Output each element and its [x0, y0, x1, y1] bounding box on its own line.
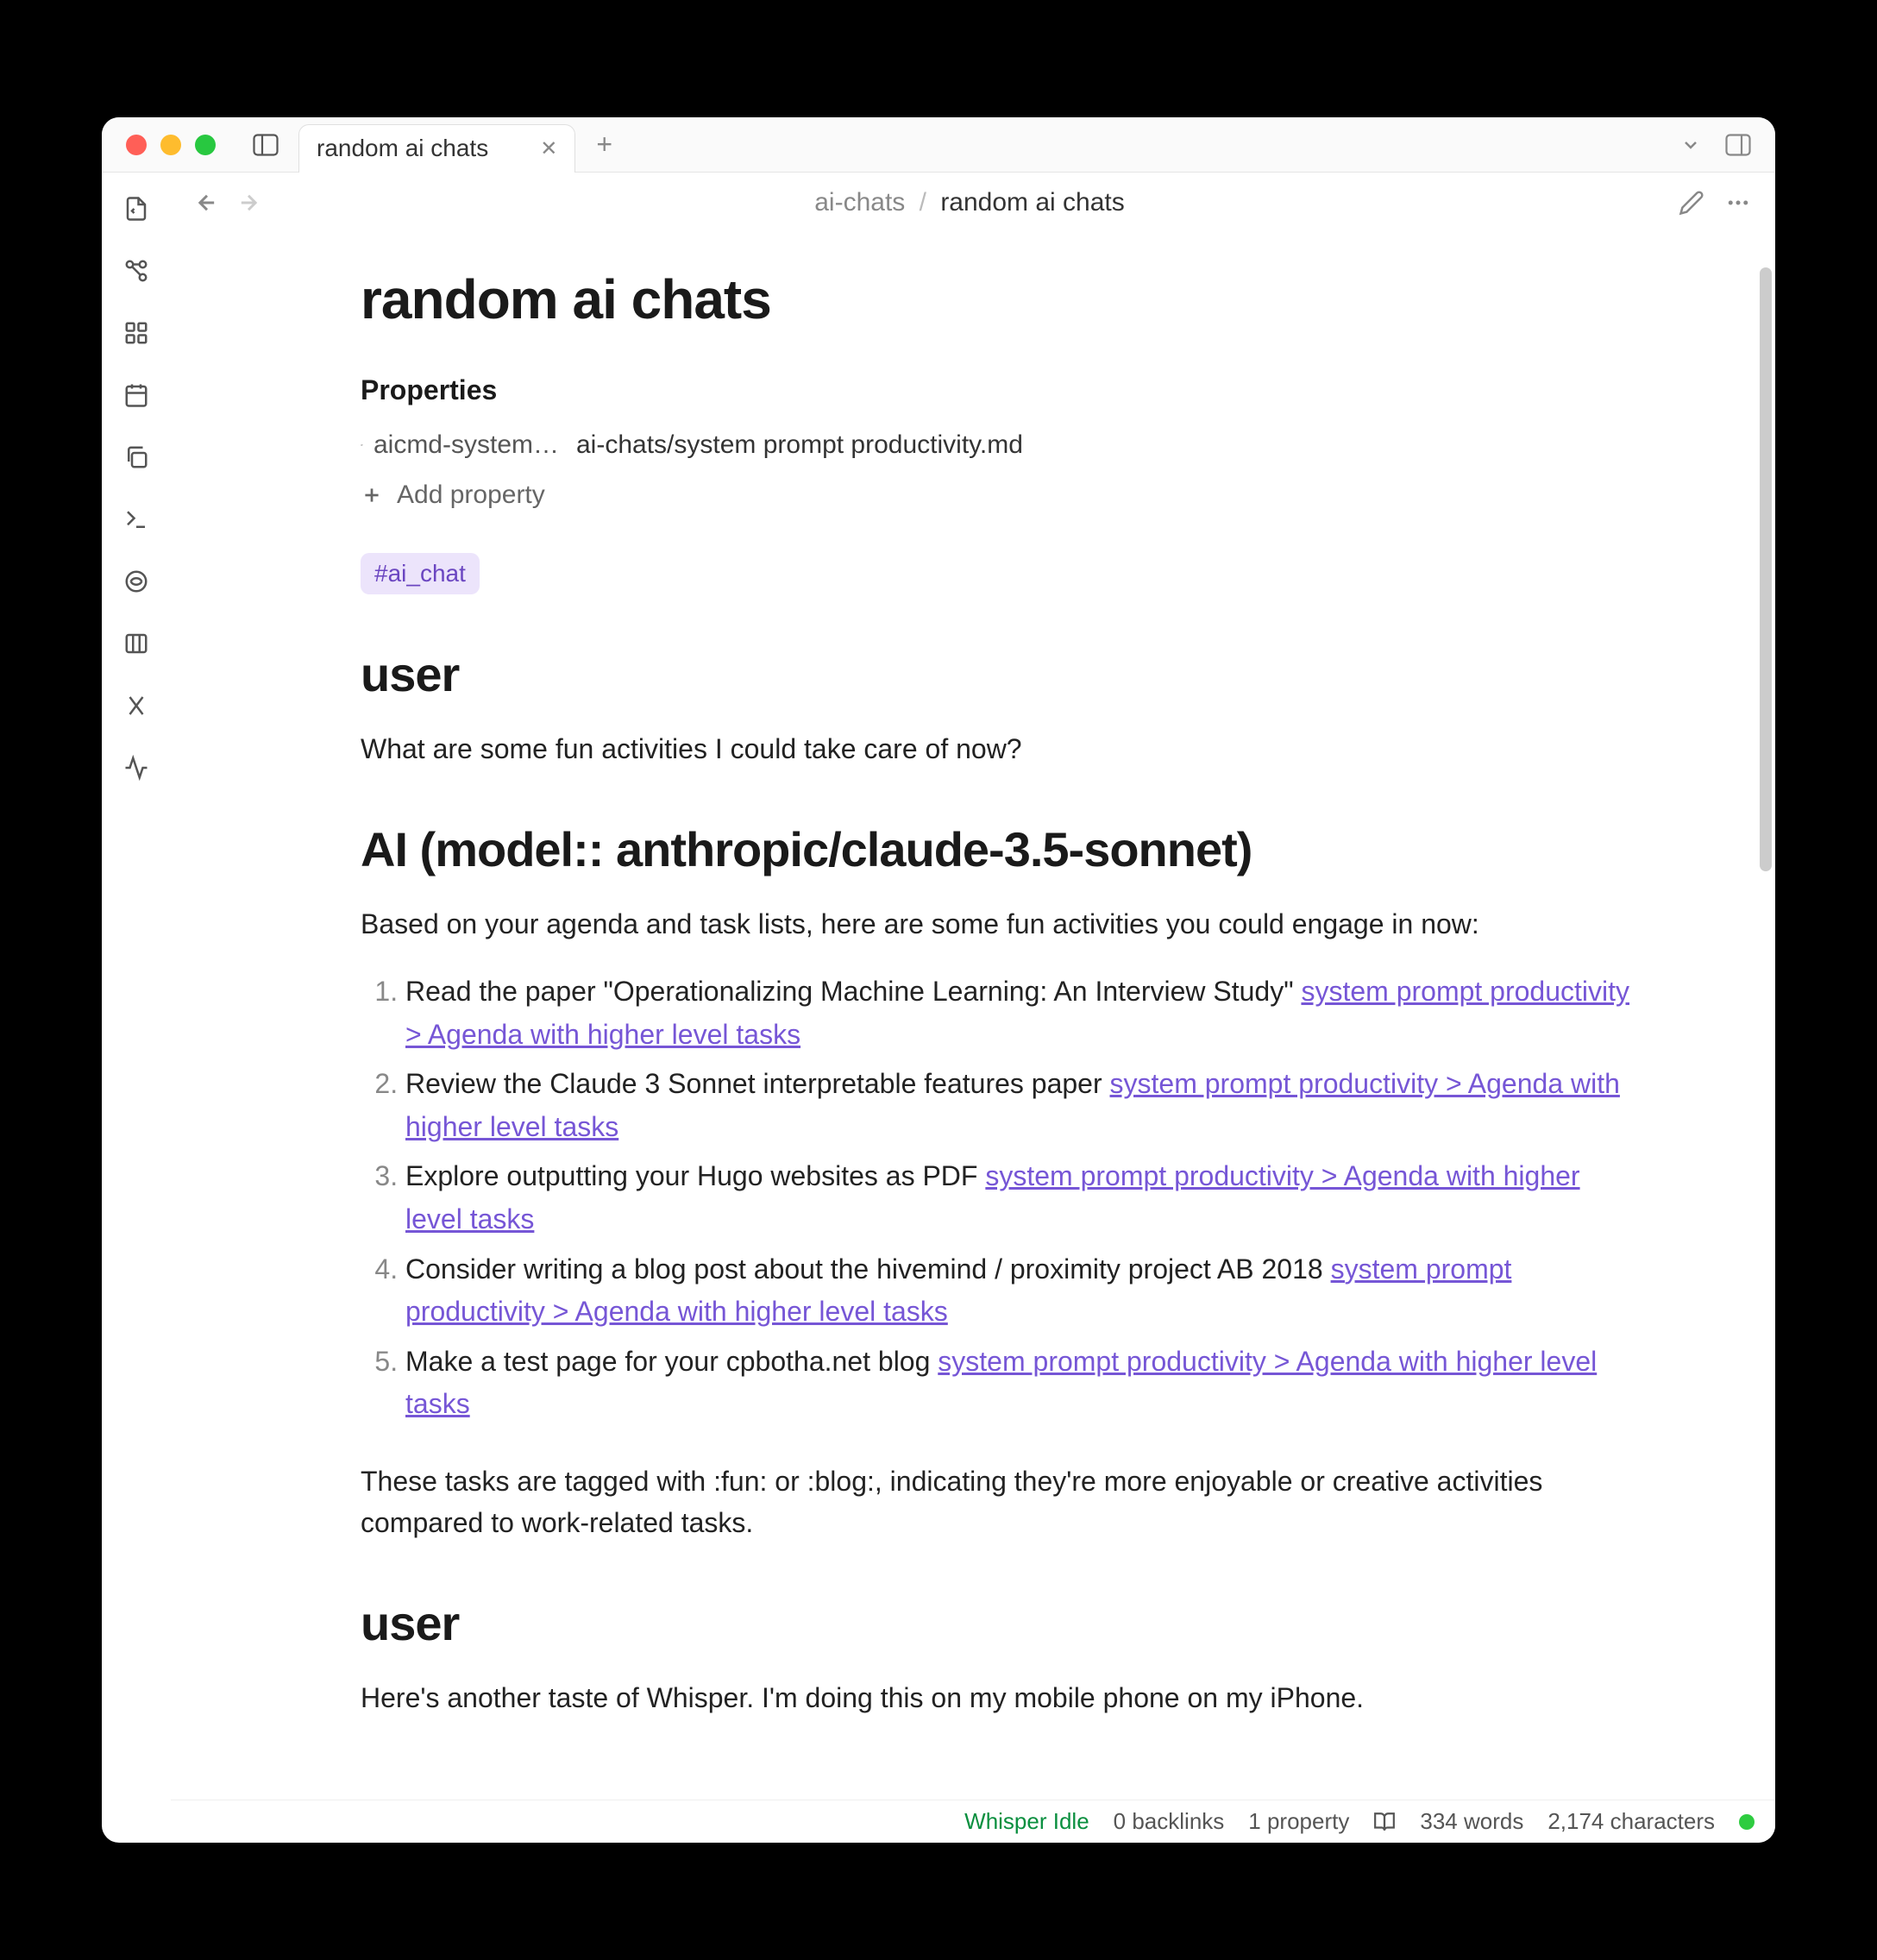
user-message-1: What are some fun activities I could tak… [361, 728, 1637, 770]
edit-icon[interactable] [1679, 190, 1704, 216]
whisper-icon[interactable] [121, 566, 152, 597]
status-dot-icon[interactable] [1739, 1814, 1755, 1830]
minimize-window-button[interactable] [160, 135, 181, 155]
graph-icon[interactable] [121, 255, 152, 286]
copy-icon[interactable] [121, 442, 152, 473]
new-tab-button[interactable]: + [596, 129, 612, 160]
plus-icon [361, 484, 383, 506]
close-window-button[interactable] [126, 135, 147, 155]
main: ai-chats / random ai chats random ai cha… [171, 173, 1775, 1843]
canvas-icon[interactable] [121, 317, 152, 349]
calendar-icon[interactable] [121, 380, 152, 411]
nav-arrows [195, 191, 261, 215]
list-item: Read the paper "Operationalizing Machine… [405, 971, 1637, 1056]
status-words: 334 words [1420, 1808, 1523, 1835]
close-tab-icon[interactable]: ✕ [540, 136, 557, 161]
list-item: Explore outputting your Hugo websites as… [405, 1155, 1637, 1241]
properties-heading: Properties [361, 374, 1637, 406]
content-area: random ai chats Properties aicmd-system…… [171, 233, 1775, 1800]
status-backlinks[interactable]: 0 backlinks [1114, 1808, 1225, 1835]
statusbar: Whisper Idle 0 backlinks 1 property 334 … [171, 1800, 1775, 1843]
book-icon[interactable] [1373, 1811, 1396, 1833]
left-rail [102, 173, 171, 1843]
property-key: aicmd-system… [361, 430, 559, 460]
more-icon[interactable] [1725, 190, 1751, 216]
activity-icon[interactable] [121, 752, 152, 783]
page-title: random ai chats [361, 267, 1637, 331]
add-property-button[interactable]: Add property [361, 481, 1637, 510]
panel-right-icon[interactable] [1725, 134, 1751, 156]
status-whisper[interactable]: Whisper Idle [964, 1808, 1089, 1835]
breadcrumb[interactable]: ai-chats / random ai chats [274, 188, 1665, 217]
quick-switcher-icon[interactable] [121, 193, 152, 224]
app-window: random ai chats ✕ + [102, 117, 1775, 1843]
tab-title: random ai chats [317, 135, 488, 162]
user-heading-1: user [361, 646, 1637, 702]
command-icon[interactable] [121, 504, 152, 535]
breadcrumb-current: random ai chats [940, 188, 1124, 217]
sidebar-toggle-icon[interactable] [250, 129, 281, 160]
property-value: ai-chats/system prompt productivity.md [576, 430, 1023, 460]
breadcrumb-parent[interactable]: ai-chats [814, 188, 905, 217]
user-heading-2: user [361, 1595, 1637, 1651]
text-icon [361, 435, 363, 455]
status-chars: 2,174 characters [1547, 1808, 1715, 1835]
list-item: Consider writing a blog post about the h… [405, 1248, 1637, 1334]
chevron-down-icon[interactable] [1680, 135, 1701, 155]
ai-outro: These tasks are tagged with :fun: or :bl… [361, 1461, 1637, 1543]
nav-back-icon[interactable] [195, 191, 219, 215]
nav-forward-icon[interactable] [236, 191, 261, 215]
tab-random-ai-chats[interactable]: random ai chats ✕ [298, 124, 575, 173]
body-area: ai-chats / random ai chats random ai cha… [102, 173, 1775, 1843]
list-item: Review the Claude 3 Sonnet interpretable… [405, 1063, 1637, 1148]
breadcrumb-separator: / [920, 188, 926, 217]
task-list: Read the paper "Operationalizing Machine… [361, 971, 1637, 1426]
titlebar: random ai chats ✕ + [102, 117, 1775, 173]
topbar-actions [1679, 190, 1751, 216]
add-property-label: Add property [397, 481, 545, 510]
tools-icon[interactable] [121, 690, 152, 721]
traffic-lights [102, 135, 216, 155]
tag-ai-chat[interactable]: #ai_chat [361, 553, 480, 594]
list-item: Make a test page for your cpbotha.net bl… [405, 1341, 1637, 1426]
user-message-2: Here's another taste of Whisper. I'm doi… [361, 1677, 1637, 1718]
ai-intro: Based on your agenda and task lists, her… [361, 903, 1637, 945]
board-icon[interactable] [121, 628, 152, 659]
property-row[interactable]: aicmd-system… ai-chats/system prompt pro… [361, 430, 1637, 460]
topbar: ai-chats / random ai chats [171, 173, 1775, 233]
titlebar-right [1680, 134, 1775, 156]
ai-heading: AI (model:: anthropic/claude-3.5-sonnet) [361, 821, 1637, 877]
maximize-window-button[interactable] [195, 135, 216, 155]
scrollbar[interactable] [1760, 267, 1772, 871]
status-properties[interactable]: 1 property [1248, 1808, 1349, 1835]
